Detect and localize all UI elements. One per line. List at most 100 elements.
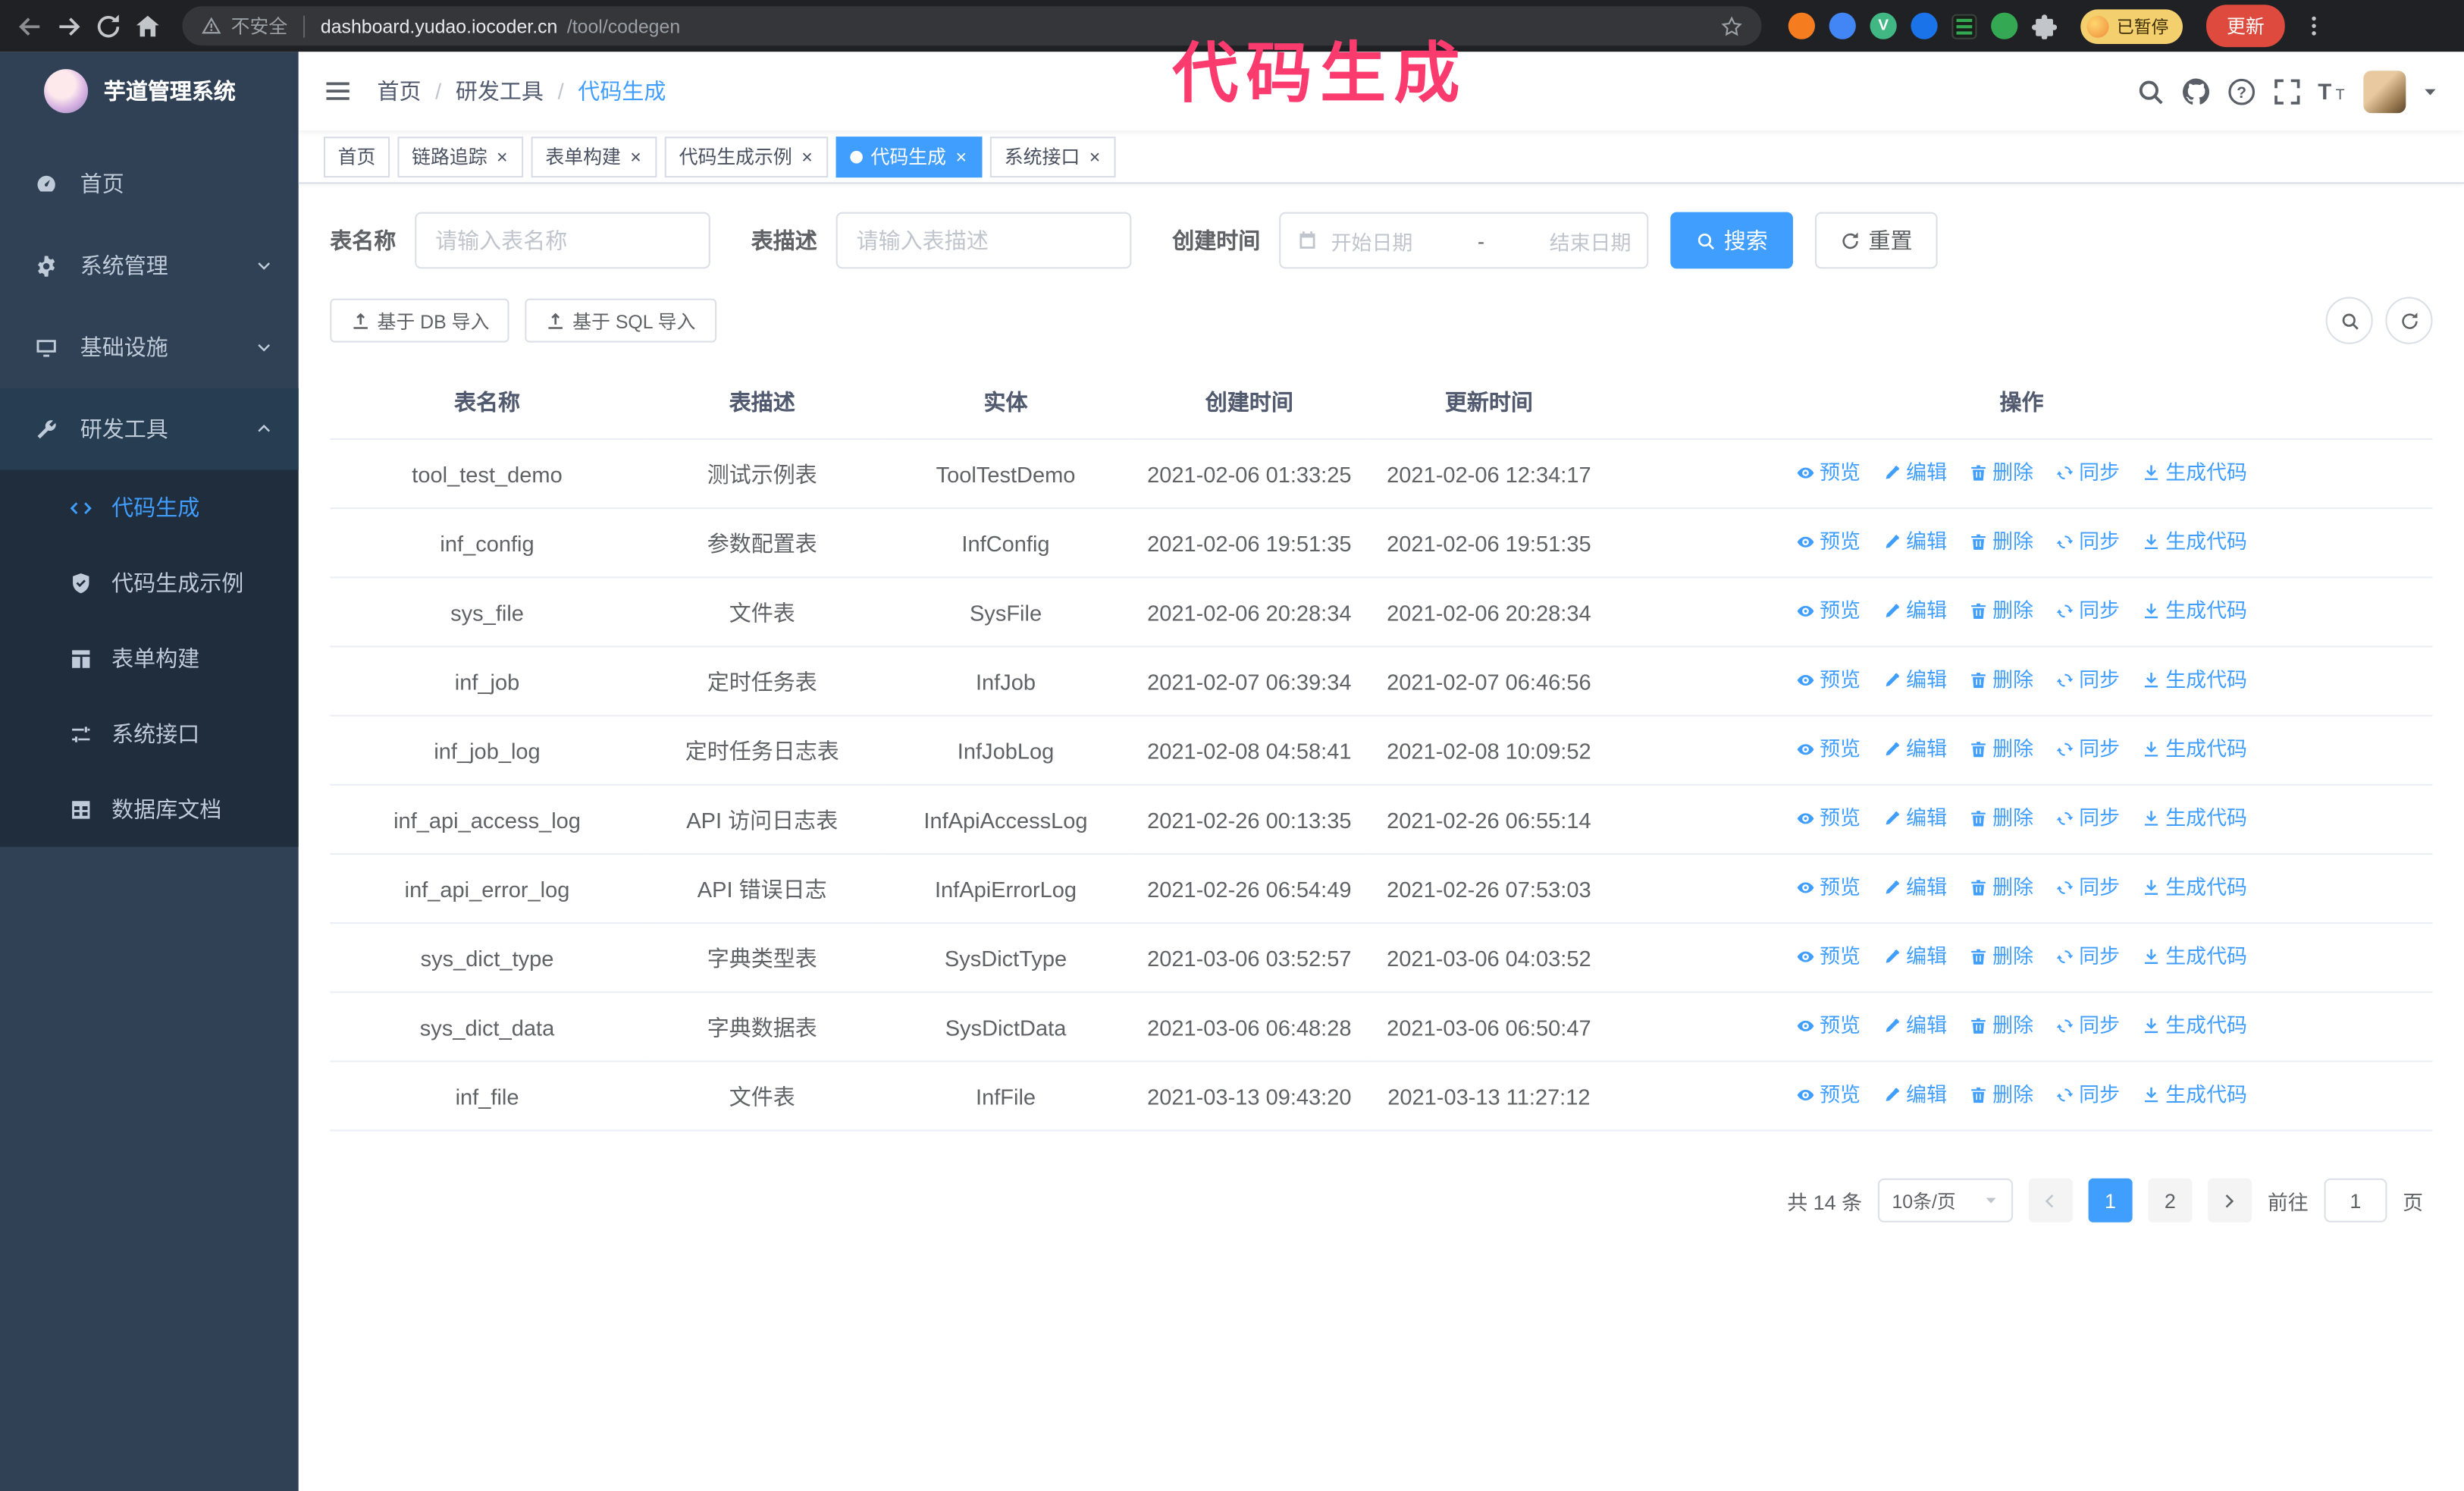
extension-icon[interactable] (1911, 12, 1938, 39)
preview-action[interactable]: 预览 (1796, 1081, 1861, 1109)
preview-action[interactable]: 预览 (1796, 736, 1861, 764)
tab-close-icon[interactable]: × (629, 147, 643, 166)
sidebar-item-系统接口[interactable]: 系统接口 (0, 696, 299, 771)
edit-action[interactable]: 编辑 (1882, 943, 1947, 971)
github-icon[interactable] (2181, 76, 2211, 105)
generate-code-action[interactable]: 生成代码 (2142, 528, 2247, 556)
breadcrumb-item[interactable]: 研发工具 (456, 75, 544, 106)
delete-action[interactable]: 删除 (1969, 1081, 2033, 1109)
sidebar-item-研发工具[interactable]: 研发工具 (0, 388, 299, 470)
sidebar-item-表单构建[interactable]: 表单构建 (0, 620, 299, 695)
extension-icon[interactable] (1829, 12, 1856, 39)
delete-action[interactable]: 删除 (1969, 805, 2033, 833)
delete-action[interactable]: 删除 (1969, 459, 2033, 487)
sidebar-item-系统管理[interactable]: 系统管理 (0, 224, 299, 306)
sync-action[interactable]: 同步 (2055, 666, 2120, 694)
page-size-select[interactable]: 10条/页 (1877, 1178, 2014, 1223)
sync-action[interactable]: 同步 (2055, 459, 2120, 487)
search-icon[interactable] (2136, 76, 2165, 105)
prev-page-button[interactable] (2028, 1178, 2073, 1223)
delete-action[interactable]: 删除 (1969, 528, 2033, 556)
edit-action[interactable]: 编辑 (1882, 1081, 1947, 1109)
forward-icon[interactable] (55, 12, 83, 40)
delete-action[interactable]: 删除 (1969, 736, 2033, 764)
generate-code-action[interactable]: 生成代码 (2142, 805, 2247, 833)
delete-action[interactable]: 删除 (1969, 943, 2033, 971)
avatar-caret-icon[interactable] (2422, 83, 2439, 100)
tab-首页[interactable]: 首页 (323, 136, 390, 177)
profile-paused-badge[interactable]: 已暂停 (2080, 8, 2183, 43)
edit-action[interactable]: 编辑 (1882, 805, 1947, 833)
sync-action[interactable]: 同步 (2055, 736, 2120, 764)
fullscreen-icon[interactable] (2272, 76, 2302, 105)
goto-page-input[interactable] (2324, 1178, 2387, 1223)
delete-action[interactable]: 删除 (1969, 874, 2033, 902)
sidebar-item-数据库文档[interactable]: 数据库文档 (0, 771, 299, 846)
edit-action[interactable]: 编辑 (1882, 528, 1947, 556)
browser-menu-icon[interactable] (2303, 14, 2326, 38)
tab-代码生成示例[interactable]: 代码生成示例 × (664, 136, 829, 177)
date-range-picker[interactable]: 开始日期 - 结束日期 (1279, 212, 1649, 269)
generate-code-action[interactable]: 生成代码 (2142, 943, 2247, 971)
tab-代码生成[interactable]: 代码生成 × (835, 136, 983, 177)
generate-code-action[interactable]: 生成代码 (2142, 1081, 2247, 1109)
extension-icon[interactable] (1991, 12, 2018, 39)
security-warning-icon[interactable] (201, 16, 221, 36)
preview-action[interactable]: 预览 (1796, 1012, 1861, 1040)
sync-action[interactable]: 同步 (2055, 943, 2120, 971)
user-avatar[interactable] (2363, 70, 2406, 113)
page-1-button[interactable]: 1 (2088, 1178, 2133, 1223)
tab-close-icon[interactable]: × (954, 147, 968, 166)
font-size-icon[interactable]: TT (2318, 76, 2347, 105)
sync-action[interactable]: 同步 (2055, 805, 2120, 833)
edit-action[interactable]: 编辑 (1882, 459, 1947, 487)
sync-action[interactable]: 同步 (2055, 528, 2120, 556)
sidebar-item-首页[interactable]: 首页 (0, 143, 299, 225)
back-icon[interactable] (16, 12, 44, 40)
extension-icon[interactable] (1951, 13, 1977, 39)
preview-action[interactable]: 预览 (1796, 597, 1861, 625)
sidebar-item-代码生成示例[interactable]: 代码生成示例 (0, 545, 299, 620)
home-icon[interactable] (133, 12, 161, 40)
generate-code-action[interactable]: 生成代码 (2142, 597, 2247, 625)
table-name-input[interactable] (415, 212, 710, 269)
breadcrumb-item[interactable]: 首页 (377, 75, 421, 106)
refresh-table-button[interactable] (2385, 297, 2433, 344)
chrome-update-button[interactable]: 更新 (2206, 5, 2285, 48)
edit-action[interactable]: 编辑 (1882, 597, 1947, 625)
import-db-button[interactable]: 基于 DB 导入 (330, 298, 510, 343)
tab-close-icon[interactable]: × (1088, 147, 1102, 166)
sync-action[interactable]: 同步 (2055, 597, 2120, 625)
preview-action[interactable]: 预览 (1796, 459, 1861, 487)
sync-action[interactable]: 同步 (2055, 1081, 2120, 1109)
preview-action[interactable]: 预览 (1796, 943, 1861, 971)
bookmark-star-icon[interactable] (1721, 15, 1743, 37)
preview-action[interactable]: 预览 (1796, 805, 1861, 833)
edit-action[interactable]: 编辑 (1882, 666, 1947, 694)
tab-系统接口[interactable]: 系统接口 × (990, 136, 1116, 177)
tab-链路追踪[interactable]: 链路追踪 × (397, 136, 524, 177)
sidebar-logo[interactable]: 芋道管理系统 (0, 52, 299, 130)
import-sql-button[interactable]: 基于 SQL 导入 (525, 298, 716, 343)
preview-action[interactable]: 预览 (1796, 528, 1861, 556)
delete-action[interactable]: 删除 (1969, 666, 2033, 694)
edit-action[interactable]: 编辑 (1882, 736, 1947, 764)
tab-表单构建[interactable]: 表单构建 × (531, 136, 657, 177)
preview-action[interactable]: 预览 (1796, 666, 1861, 694)
reload-icon[interactable] (94, 12, 122, 40)
sync-action[interactable]: 同步 (2055, 874, 2120, 902)
help-icon[interactable]: ? (2227, 76, 2256, 105)
next-page-button[interactable] (2208, 1178, 2252, 1223)
extensions-puzzle-icon[interactable] (2032, 14, 2058, 39)
date-end-placeholder[interactable]: 结束日期 (1550, 225, 1632, 255)
sidebar-item-基础设施[interactable]: 基础设施 (0, 306, 299, 388)
edit-action[interactable]: 编辑 (1882, 874, 1947, 902)
table-desc-input[interactable] (835, 212, 1132, 269)
generate-code-action[interactable]: 生成代码 (2142, 874, 2247, 902)
hamburger-icon[interactable] (324, 77, 352, 105)
tab-close-icon[interactable]: × (495, 147, 509, 166)
reset-button[interactable]: 重置 (1814, 212, 1938, 269)
vue-devtools-icon[interactable] (1870, 12, 1897, 39)
generate-code-action[interactable]: 生成代码 (2142, 459, 2247, 487)
generate-code-action[interactable]: 生成代码 (2142, 1012, 2247, 1040)
